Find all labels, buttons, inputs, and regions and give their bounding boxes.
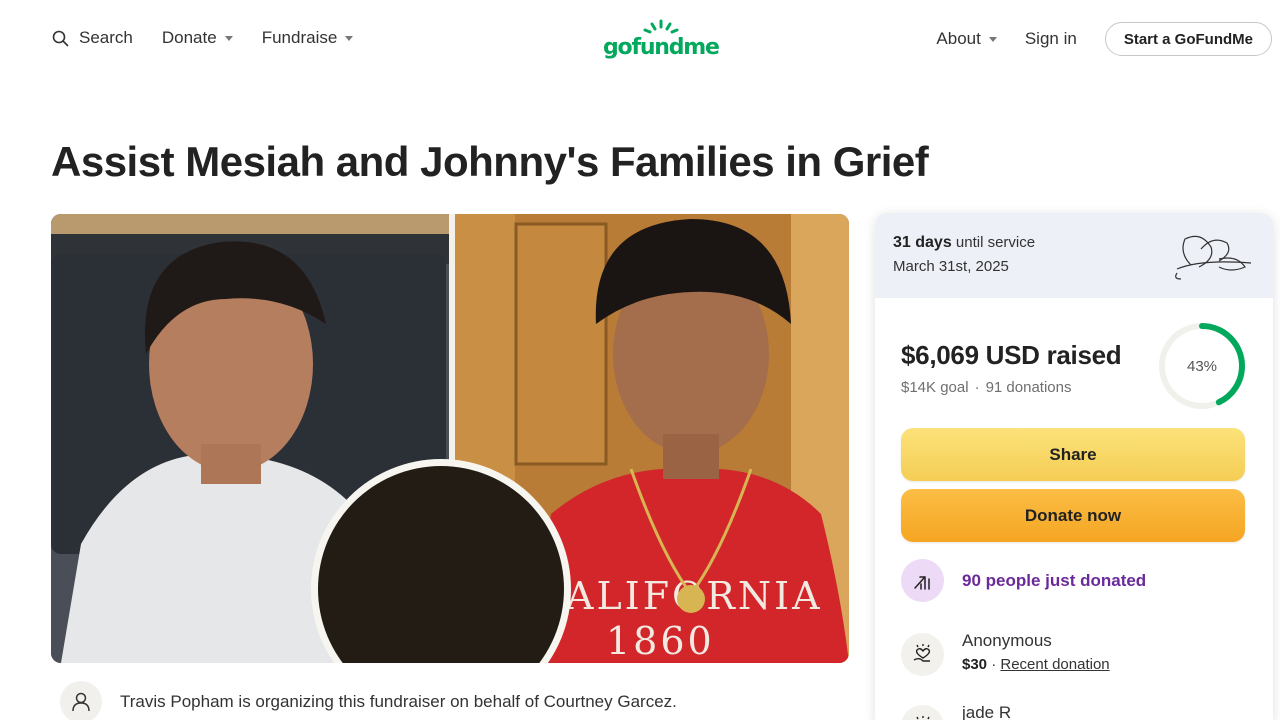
campaign-photo-illustration: ALIFORNIA 1860 xyxy=(51,214,849,663)
nav-left: Search Donate Fundraise xyxy=(52,28,354,48)
days-suffix: until service xyxy=(955,234,1036,251)
page-title: Assist Mesiah and Johnny's Families in G… xyxy=(51,138,929,185)
donate-now-button[interactable]: Donate now xyxy=(901,489,1245,542)
trend-badge xyxy=(901,559,944,602)
progress-percent: 43% xyxy=(1186,357,1218,375)
heart-hand-icon xyxy=(913,643,930,662)
separator-dot: · xyxy=(991,656,997,673)
avatar xyxy=(60,681,102,720)
donor-details: jade R xyxy=(962,703,1011,720)
donation-count: 91 donations xyxy=(985,379,1072,396)
search-icon xyxy=(52,30,69,46)
about-menu-label: About xyxy=(936,29,981,48)
flower-icon xyxy=(1175,235,1252,280)
gofundme-logo[interactable]: gofundme xyxy=(603,18,720,60)
chevron-down-icon xyxy=(988,37,997,42)
separator-dot: · xyxy=(974,379,980,396)
donor-amount: $30 xyxy=(962,656,988,673)
raised-block: $6,069 USD raised $14K goal · 91 donatio… xyxy=(901,340,1122,396)
chevron-down-icon xyxy=(345,36,354,41)
amount-raised: $6,069 USD raised xyxy=(901,340,1122,370)
search-label: Search xyxy=(79,28,133,47)
organizer-text: Travis Popham is organizing this fundrai… xyxy=(120,692,677,711)
donate-menu-label: Donate xyxy=(161,28,217,47)
fundraise-menu-label: Fundraise xyxy=(261,28,338,47)
just-donated-text: 90 people just donated xyxy=(962,570,1147,590)
share-button[interactable]: Share xyxy=(901,428,1245,481)
donate-menu[interactable]: Donate xyxy=(162,28,233,48)
service-banner: 31 days until service March 31st, 2025 xyxy=(875,213,1273,298)
donor-name: jade R xyxy=(962,703,1012,720)
signin-link[interactable]: Sign in xyxy=(1025,29,1077,49)
recent-donation-link[interactable]: Recent donation xyxy=(1000,656,1109,673)
heart-hand-icon xyxy=(915,715,930,719)
progress-ring: 43% xyxy=(1157,321,1247,411)
just-donated-row[interactable]: 90 people just donated xyxy=(901,559,1146,602)
svg-text:1860: 1860 xyxy=(606,619,715,663)
nav-right: About Sign in Start a GoFundMe xyxy=(936,22,1272,56)
goal-line: $14K goal · 91 donations xyxy=(901,379,1121,396)
donation-card: 31 days until service March 31st, 2025 $… xyxy=(875,213,1273,720)
days-count: 31 days xyxy=(893,234,952,251)
start-gofundme-button[interactable]: Start a GoFundMe xyxy=(1104,22,1272,56)
fundraise-menu[interactable]: Fundraise xyxy=(262,28,354,48)
donor-avatar xyxy=(901,633,944,676)
share-label: Share xyxy=(1049,444,1097,464)
donor-details: Anonymous $30 · Recent donation xyxy=(962,631,1110,676)
goal-amount: $14K goal xyxy=(901,379,969,396)
chevron-down-icon xyxy=(224,36,233,41)
about-menu[interactable]: About xyxy=(936,29,997,49)
list-item: jade R xyxy=(901,703,1011,720)
user-icon xyxy=(72,692,90,712)
campaign-photo[interactable]: ALIFORNIA 1860 xyxy=(51,214,849,663)
trending-up-icon xyxy=(913,575,930,590)
search-link[interactable]: Search xyxy=(52,28,133,48)
signin-label: Sign in xyxy=(1024,29,1077,48)
donate-now-label: Donate now xyxy=(1024,505,1122,525)
logo-wordmark: gofundme xyxy=(603,35,720,60)
donor-name: Anonymous xyxy=(962,631,1052,650)
organizer-row: Travis Popham is organizing this fundrai… xyxy=(60,681,677,720)
list-item: Anonymous $30 · Recent donation xyxy=(901,631,1110,676)
donor-meta: $30 · Recent donation xyxy=(962,656,1110,673)
donor-avatar xyxy=(901,705,944,720)
site-header: Search Donate Fundraise gofundme About S… xyxy=(0,0,1280,80)
start-gofundme-label: Start a GoFundMe xyxy=(1123,30,1253,48)
